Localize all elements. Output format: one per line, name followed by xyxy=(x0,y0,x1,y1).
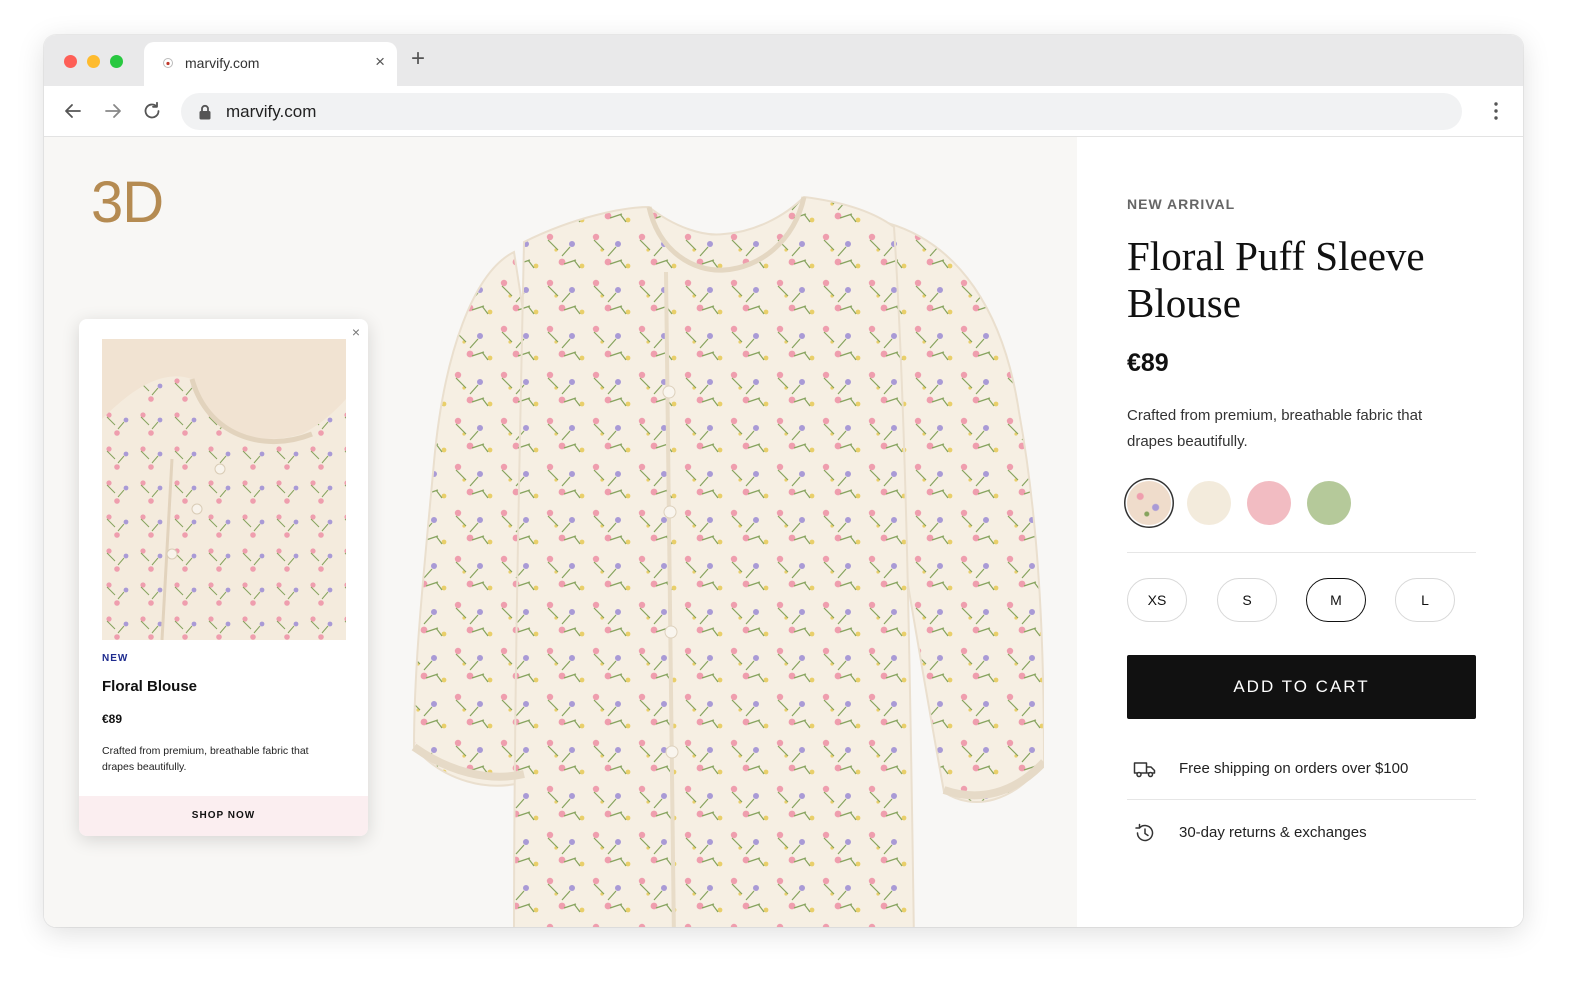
size-option-xs[interactable]: XS xyxy=(1127,578,1187,622)
divider xyxy=(1127,552,1476,553)
divider xyxy=(1127,799,1476,800)
blouse-3d-model[interactable] xyxy=(404,182,1044,927)
page-viewport: 3D × NEW Floral Blouse €89 Crafted from … xyxy=(44,137,1523,927)
new-tab-button[interactable]: + xyxy=(411,47,425,71)
lock-icon xyxy=(199,104,211,120)
tab-bar: marvify.com × + xyxy=(44,35,1523,86)
more-menu-icon[interactable] xyxy=(1493,100,1499,122)
product-preview-card: × NEW Floral Blouse €89 Crafted from pre… xyxy=(79,319,368,836)
address-bar[interactable]: marvify.com xyxy=(181,93,1462,130)
back-button[interactable] xyxy=(61,99,85,123)
new-arrival-label: NEW ARRIVAL xyxy=(1127,196,1236,212)
card-title: Floral Blouse xyxy=(102,678,198,695)
shop-now-button[interactable]: SHOP NOW xyxy=(79,796,368,836)
size-option-l[interactable]: L xyxy=(1395,578,1455,622)
returns-text: 30-day returns & exchanges xyxy=(1179,824,1367,841)
reload-icon xyxy=(144,101,160,119)
close-window-button[interactable] xyxy=(64,55,77,68)
browser-toolbar: marvify.com xyxy=(44,86,1523,137)
shipping-text: Free shipping on orders over $100 xyxy=(1179,760,1409,777)
swatch-sage[interactable] xyxy=(1307,481,1351,525)
url-text: marvify.com xyxy=(226,102,317,121)
product-details-panel: NEW ARRIVAL Floral Puff Sleeve Blouse €8… xyxy=(1077,137,1523,927)
reload-button[interactable] xyxy=(140,99,164,123)
swatch-floral[interactable] xyxy=(1127,481,1171,525)
size-option-s[interactable]: S xyxy=(1217,578,1277,622)
size-option-m[interactable]: M xyxy=(1306,578,1366,622)
swatch-cream[interactable] xyxy=(1187,481,1231,525)
card-close-button[interactable]: × xyxy=(352,324,360,340)
truck-icon xyxy=(1133,762,1156,778)
3d-badge: 3D xyxy=(91,170,164,235)
product-thumbnail xyxy=(102,339,346,640)
history-icon xyxy=(1135,823,1154,842)
card-description: Crafted from premium, breathable fabric … xyxy=(102,745,309,773)
card-price: €89 xyxy=(102,712,123,726)
new-badge: NEW xyxy=(102,653,129,664)
favicon-icon xyxy=(163,58,173,68)
browser-tab[interactable]: marvify.com × xyxy=(144,42,397,86)
product-price: €89 xyxy=(1127,349,1169,377)
arrow-left-icon xyxy=(65,104,81,118)
product-3d-stage[interactable]: 3D × NEW Floral Blouse €89 Crafted from … xyxy=(44,137,1077,927)
maximize-window-button[interactable] xyxy=(110,55,123,68)
add-to-cart-button[interactable]: ADD TO CART xyxy=(1127,655,1476,719)
browser-window: marvify.com × + marvify.com 3D × NEW Flo… xyxy=(44,35,1523,927)
product-description: Crafted from premium, breathable fabric … xyxy=(1127,407,1423,450)
minimize-window-button[interactable] xyxy=(87,55,100,68)
arrow-right-icon xyxy=(105,104,121,118)
forward-button[interactable] xyxy=(101,99,125,123)
swatch-pink[interactable] xyxy=(1247,481,1291,525)
tab-title: marvify.com xyxy=(185,55,260,71)
product-title: Floral Puff Sleeve Blouse xyxy=(1127,233,1425,326)
tab-close-button[interactable]: × xyxy=(375,52,385,72)
